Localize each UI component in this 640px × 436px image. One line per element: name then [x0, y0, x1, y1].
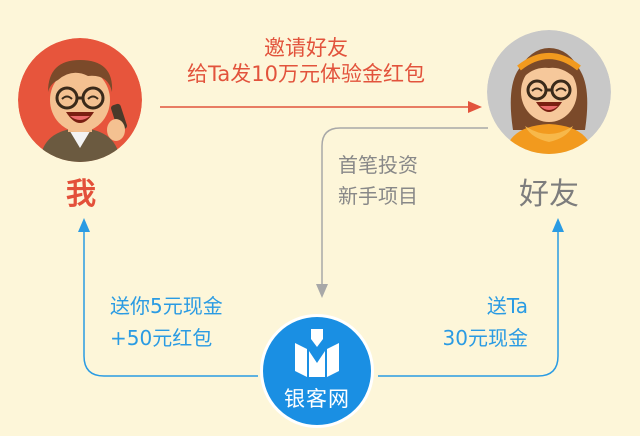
- friend-avatar: [487, 30, 611, 154]
- me-label: 我: [66, 177, 96, 212]
- friend-label: 好友: [519, 177, 579, 212]
- reward-me-text: 送你5元现金 +50元红包: [110, 290, 223, 354]
- woman-laughing-with-glasses-icon: [487, 30, 611, 154]
- platform-label: 银客网: [284, 387, 350, 411]
- reward-friend-line-1: 送Ta: [486, 294, 528, 318]
- first-investment-text: 首笔投资 新手项目: [338, 150, 418, 212]
- me-avatar: [18, 38, 142, 162]
- first-investment-line-2: 新手项目: [338, 184, 418, 208]
- reward-friend-text: 送Ta 30元现金: [424, 290, 528, 354]
- reward-me-line-2: +50元红包: [110, 326, 213, 350]
- yinke-logo-icon: [295, 329, 339, 377]
- reward-friend-line-2: 30元现金: [442, 326, 528, 350]
- invite-text: 邀请好友 给Ta发10万元体验金红包: [156, 35, 456, 88]
- invite-line-1: 邀请好友: [264, 36, 348, 60]
- invite-line-2: 给Ta发10万元体验金红包: [187, 62, 425, 87]
- platform-badge: 银客网: [260, 314, 374, 428]
- reward-me-line-1: 送你5元现金: [110, 294, 223, 318]
- man-laughing-with-glasses-icon: [18, 38, 142, 162]
- first-investment-line-1: 首笔投资: [338, 153, 418, 177]
- referral-flow-diagram: 我 好友 邀请好友 给Ta发10万元体验金红包 首笔投资 新手项目 送你5元现金…: [0, 0, 640, 436]
- invite-arrow: [160, 101, 482, 113]
